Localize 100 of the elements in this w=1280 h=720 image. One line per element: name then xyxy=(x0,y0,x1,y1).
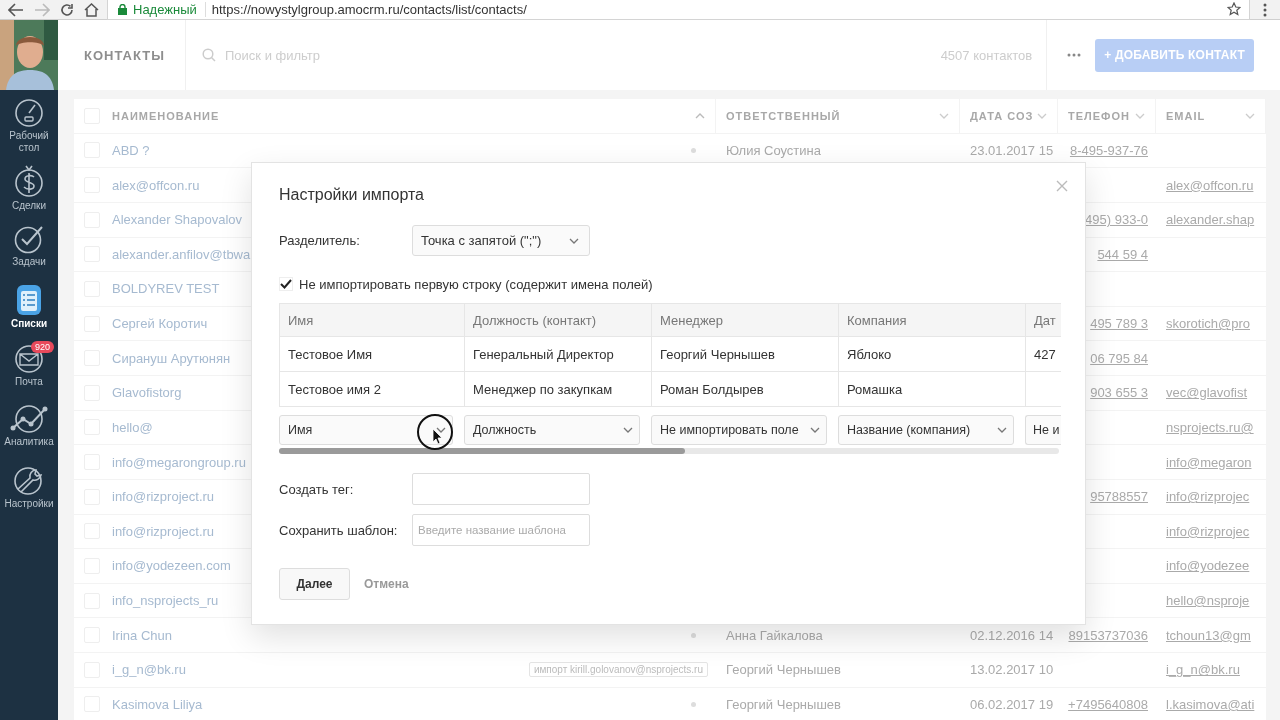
count-badge: 920 xyxy=(31,341,55,353)
contact-name[interactable]: Сирануш Арутюнян xyxy=(112,350,231,366)
chevron-down-icon xyxy=(569,237,579,244)
email-link[interactable]: nsprojects.ru@ xyxy=(1166,419,1254,435)
phone-link[interactable]: 95788557 xyxy=(1090,489,1148,505)
bullet-icon xyxy=(691,147,696,153)
field-select[interactable]: Не и xyxy=(1025,415,1061,445)
email-link[interactable]: info@yodezee xyxy=(1166,558,1250,574)
lock-icon xyxy=(118,3,127,15)
contact-name[interactable]: Irina Chun xyxy=(112,627,172,643)
table-cell: Тестовое Имя xyxy=(288,346,373,362)
menu-icon[interactable] xyxy=(1263,2,1267,17)
home-icon[interactable] xyxy=(84,2,99,17)
nav-item[interactable]: Настройки xyxy=(0,462,58,522)
address-bar[interactable]: Надежный https://nowystylgroup.amocrm.ru/contacts/list/contacts/ xyxy=(107,0,1250,20)
phone-link[interactable]: 903 655 3 xyxy=(1090,385,1148,401)
email-link[interactable]: hello@nsproje xyxy=(1166,593,1250,609)
column-header[interactable]: ТЕЛЕФОН xyxy=(1068,109,1130,122)
gauge-icon xyxy=(14,98,44,128)
back-icon[interactable] xyxy=(8,2,24,17)
contact-name[interactable]: info@yodezeen.com xyxy=(112,558,231,574)
contact-name[interactable]: alex@offcon.ru xyxy=(112,177,200,193)
add-contact-button[interactable]: + ДОБАВИТЬ КОНТАКТ xyxy=(1095,38,1254,72)
user-name: Георгий Чернышев xyxy=(726,696,841,712)
email-link[interactable]: vec@glavofist xyxy=(1166,385,1248,401)
column-header[interactable]: НАИМЕНОВАНИЕ xyxy=(112,109,220,122)
table-cell: Роман Болдырев xyxy=(660,381,764,397)
contact-name[interactable]: alexander.anfilov@tbwa xyxy=(112,246,251,262)
contact-name[interactable]: info@megarongroup.ru xyxy=(112,454,246,470)
field-select[interactable]: Не импортировать поле xyxy=(651,415,827,445)
checkbox[interactable] xyxy=(279,277,293,291)
chevron-down-icon xyxy=(997,427,1007,433)
phone-link[interactable]: 89153737036 xyxy=(1068,627,1148,643)
field-select[interactable]: Имя xyxy=(279,415,453,445)
contact-name[interactable]: i_g_n@bk.ru xyxy=(112,662,186,678)
more-icon[interactable] xyxy=(1067,53,1082,57)
date-text: 23.01.2017 15 xyxy=(970,142,1054,158)
table-cell: Тестовое имя 2 xyxy=(288,381,381,397)
column-header[interactable]: ОТВЕТСТВЕННЫЙ xyxy=(726,109,841,122)
email-link[interactable]: l.kasimova@ati xyxy=(1166,696,1255,712)
contact-name[interactable]: info@rizproject.ru xyxy=(112,489,215,505)
user-name: Юлия Соустина xyxy=(726,142,821,158)
cursor-icon xyxy=(415,412,455,452)
email-link[interactable]: info@megaron xyxy=(1166,454,1252,470)
email-link[interactable]: alexander.shap xyxy=(1166,212,1255,228)
check-icon xyxy=(280,279,292,289)
phone-link[interactable]: 8-495-937-76 xyxy=(1069,142,1148,158)
contact-name[interactable]: ABD ? xyxy=(112,142,150,158)
tag-field[interactable] xyxy=(412,473,590,505)
nav-item[interactable]: Задачи xyxy=(0,222,58,282)
table-cell: Генеральный Директор xyxy=(473,346,614,362)
email-link[interactable]: info@rizprojec xyxy=(1166,523,1250,539)
phone-link[interactable]: +7495640808 xyxy=(1068,696,1148,712)
contact-name[interactable]: Kasimova Liliya xyxy=(112,696,203,712)
email-link[interactable]: skorotich@pro xyxy=(1166,316,1250,332)
table-cell: Яблоко xyxy=(847,346,892,362)
contact-name[interactable]: info@rizproject.ru xyxy=(112,523,215,539)
dialog-title: Настройки импорта xyxy=(279,185,425,205)
nav-item[interactable]: Аналитика xyxy=(0,402,58,462)
field-select[interactable]: Должность xyxy=(464,415,640,445)
next-button[interactable]: Далее xyxy=(279,568,350,600)
phone-link[interactable]: 495) 933-0 xyxy=(1085,212,1148,228)
column-header[interactable]: EMAIL xyxy=(1166,109,1206,122)
chevron-down-icon xyxy=(623,427,633,433)
separator-select[interactable]: Точка с запятой (";") xyxy=(412,225,590,256)
star-icon[interactable] xyxy=(1227,2,1241,16)
date-text: 13.02.2017 10 xyxy=(970,662,1054,678)
contact-name[interactable]: Glavofistorg xyxy=(112,385,182,401)
table-cell: Ромашка xyxy=(847,381,903,397)
column-header: Дат xyxy=(1034,312,1056,328)
bullet-icon xyxy=(691,701,696,707)
nav-item[interactable]: Сделки xyxy=(0,162,58,222)
nav-item[interactable]: Почта 920 xyxy=(0,342,58,402)
phone-link[interactable]: 544 59 4 xyxy=(1097,246,1148,262)
contact-name[interactable]: info_nsprojects_ru xyxy=(112,593,219,609)
column-header: Компания xyxy=(847,312,907,328)
reload-icon[interactable] xyxy=(60,2,74,17)
phone-link[interactable]: 06 795 84 xyxy=(1090,350,1148,366)
close-icon[interactable] xyxy=(1056,180,1068,192)
field-label: Разделитель: xyxy=(279,233,361,248)
contact-name[interactable]: Сергей Коротич xyxy=(112,316,208,332)
cancel-link[interactable]: Отмена xyxy=(364,577,409,591)
scrollbar[interactable] xyxy=(279,448,1059,454)
email-link[interactable]: info@rizprojec xyxy=(1166,489,1250,505)
list-icon xyxy=(15,284,43,316)
contact-name[interactable]: BOLDYREV TEST xyxy=(112,281,220,297)
email-link[interactable]: i_g_n@bk.ru xyxy=(1166,662,1240,678)
email-link[interactable]: alex@offcon.ru xyxy=(1166,177,1254,193)
phone-link[interactable]: 495 789 3 xyxy=(1090,316,1148,332)
template-field[interactable]: Введите название шаблона xyxy=(412,514,590,546)
column-header[interactable]: ДАТА СОЗ xyxy=(970,109,1034,122)
column-header: Должность (контакт) xyxy=(473,312,597,328)
field-select[interactable]: Название (компания) xyxy=(838,415,1014,445)
forward-icon[interactable] xyxy=(34,2,50,17)
nav-item[interactable]: Рабочий стол xyxy=(0,96,58,162)
email-link[interactable]: tchoun13@gm xyxy=(1166,627,1251,643)
nav-item[interactable]: Списки xyxy=(0,282,58,342)
contact-name[interactable]: hello@ xyxy=(112,419,153,435)
column-header: Менеджер xyxy=(660,312,724,328)
contact-name[interactable]: Alexander Shapovalov xyxy=(112,212,243,228)
